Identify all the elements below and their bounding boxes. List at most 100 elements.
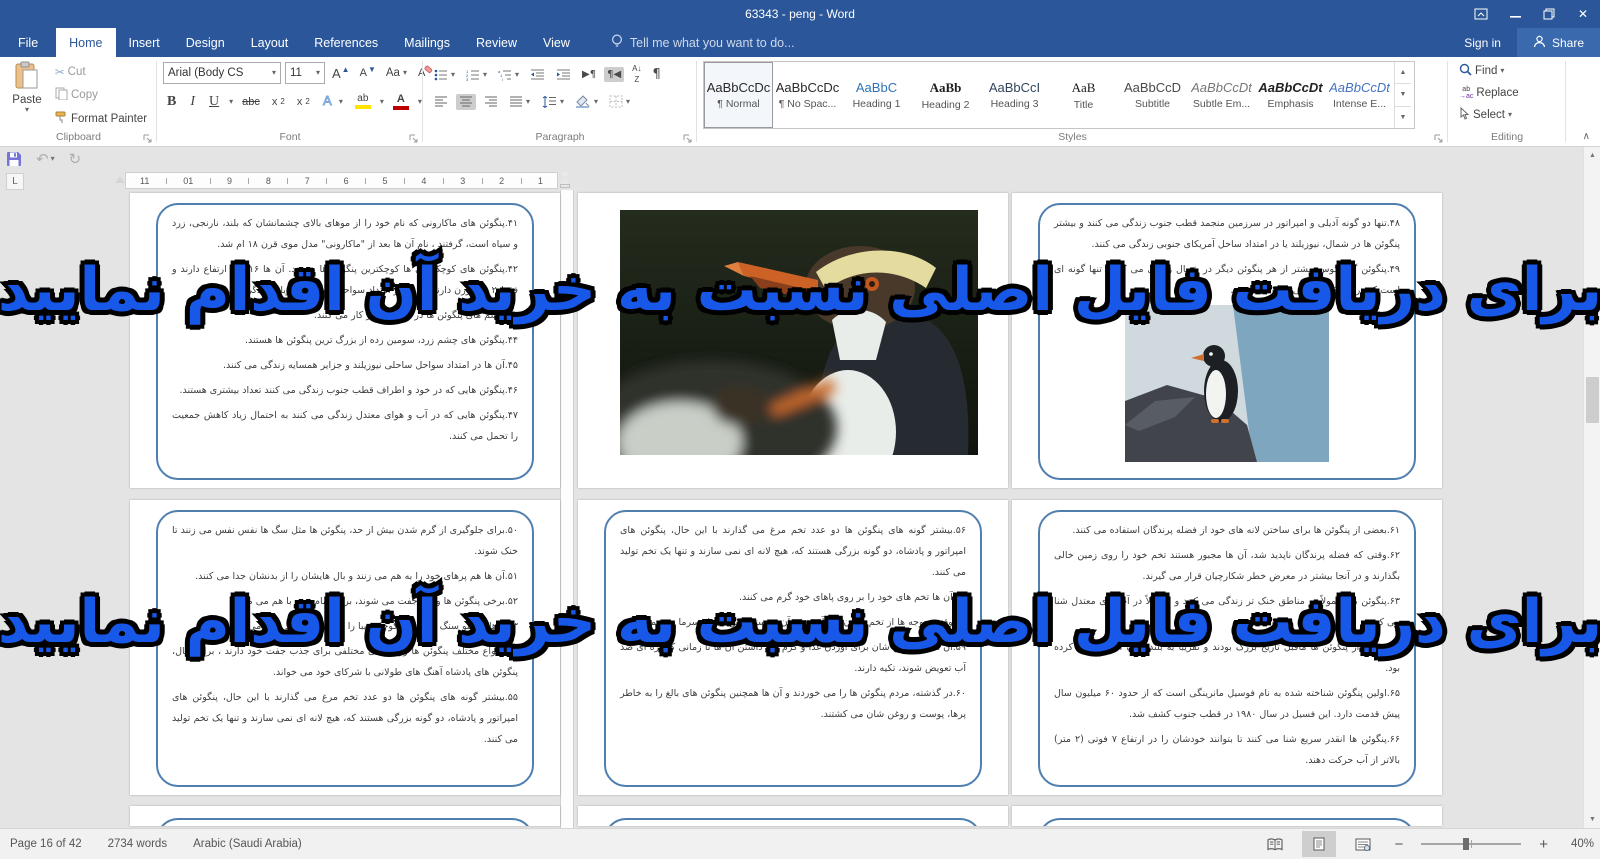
underline-caret[interactable]: ▾ <box>229 98 233 106</box>
sign-in-button[interactable]: Sign in <box>1448 28 1517 57</box>
page-indicator[interactable]: Page 16 of 42 <box>10 838 82 850</box>
style-subtitle[interactable]: AaBbCcD Subtitle <box>1118 62 1187 128</box>
strikethrough-button[interactable]: abc <box>239 94 263 110</box>
tab-insert[interactable]: Insert <box>116 28 173 57</box>
tab-mailings[interactable]: Mailings <box>391 28 463 57</box>
document-page-7-partial[interactable] <box>130 806 560 826</box>
document-page-1[interactable]: ۴۱.پنگوئن های ماکارونی که نام خود را از … <box>130 193 560 488</box>
tab-design[interactable]: Design <box>173 28 238 57</box>
rtl-direction-button[interactable]: ¶◀ <box>604 67 624 82</box>
styles-more-button[interactable]: ▼ <box>1395 107 1411 128</box>
bullets-button[interactable]: ▾ <box>431 67 458 83</box>
replace-button[interactable]: ab→ac Replace <box>1456 84 1522 102</box>
tab-home[interactable]: Home <box>56 28 115 57</box>
superscript-button[interactable]: x2 <box>294 94 313 110</box>
indent-marker-right[interactable] <box>560 172 570 188</box>
increase-indent-button[interactable] <box>553 67 574 83</box>
copy-button[interactable]: Copy <box>52 85 150 105</box>
italic-button[interactable]: I <box>186 93 199 111</box>
zoom-slider[interactable] <box>1421 843 1521 845</box>
tab-references[interactable]: References <box>301 28 391 57</box>
cut-button[interactable]: ✂ Cut <box>52 63 150 81</box>
read-mode-button[interactable] <box>1258 831 1292 857</box>
borders-button[interactable]: ▾ <box>606 93 633 110</box>
redo-button[interactable]: ↻ <box>69 150 82 168</box>
share-button[interactable]: Share <box>1517 28 1600 57</box>
style-heading1[interactable]: AaBbC Heading 1 <box>842 62 911 128</box>
collapse-ribbon-button[interactable]: ∧ <box>1583 131 1590 142</box>
zoom-out-button[interactable]: − <box>1390 836 1407 853</box>
font-color-button[interactable]: A <box>390 92 412 112</box>
format-painter-button[interactable]: Format Painter <box>52 109 150 129</box>
tab-file[interactable]: File <box>0 28 56 57</box>
undo-button[interactable]: ↶▾ <box>36 150 55 168</box>
tab-layout[interactable]: Layout <box>238 28 302 57</box>
zoom-slider-thumb[interactable] <box>1463 838 1469 850</box>
decrease-indent-button[interactable] <box>527 67 548 83</box>
font-color-caret[interactable]: ▾ <box>418 98 422 106</box>
style-intense-emphasis[interactable]: AaBbCcDt Intense E... <box>1325 62 1394 128</box>
justify-button[interactable]: ▾ <box>506 94 533 110</box>
underline-button[interactable]: U <box>205 93 223 111</box>
subscript-button[interactable]: x2 <box>269 94 288 110</box>
show-paragraph-marks-button[interactable]: ¶ <box>650 65 664 84</box>
style-subtle-emphasis[interactable]: AaBbCcDt Subtle Em... <box>1187 62 1256 128</box>
tell-me-box[interactable]: Tell me what you want to do... <box>611 28 795 57</box>
highlight-caret[interactable]: ▾ <box>380 98 384 106</box>
line-spacing-button[interactable]: ▾ <box>538 94 567 110</box>
sort-button[interactable]: A↓Z <box>629 63 644 86</box>
ribbon-display-options-button[interactable] <box>1464 0 1498 28</box>
align-left-button[interactable] <box>431 94 451 110</box>
find-button[interactable]: Find ▾ <box>1456 61 1522 81</box>
style-heading2[interactable]: AaBb Heading 2 <box>911 62 980 128</box>
style-no-spacing[interactable]: AaBbCcDc ¶ No Spac... <box>773 62 842 128</box>
tab-view[interactable]: View <box>530 28 583 57</box>
document-page-2[interactable] <box>578 193 1008 488</box>
align-center-button[interactable] <box>456 94 476 110</box>
styles-scroll-up-button[interactable]: ▲ <box>1395 62 1411 84</box>
zoom-in-button[interactable]: + <box>1535 836 1552 853</box>
clipboard-dialog-launcher[interactable] <box>143 133 153 143</box>
styles-dialog-launcher[interactable] <box>1434 133 1444 143</box>
horizontal-ruler[interactable]: 11 01 9 8 7 6 5 4 3 2 1 <box>125 172 558 189</box>
numbering-button[interactable]: 123 ▾ <box>463 67 490 83</box>
ltr-direction-button[interactable]: ▶¶ <box>579 67 599 82</box>
web-layout-button[interactable] <box>1346 831 1380 857</box>
style-title[interactable]: AaB Title <box>1049 62 1118 128</box>
font-dialog-launcher[interactable] <box>409 133 419 143</box>
paragraph-dialog-launcher[interactable] <box>683 133 693 143</box>
style-emphasis[interactable]: AaBbCcDt Emphasis <box>1256 62 1325 128</box>
document-page-8-partial[interactable] <box>578 806 1008 826</box>
styles-scroll-down-button[interactable]: ▼ <box>1395 84 1411 106</box>
select-button[interactable]: Select ▾ <box>1456 105 1522 125</box>
save-button[interactable] <box>6 151 22 167</box>
highlight-button[interactable]: ab <box>352 92 374 111</box>
tab-review[interactable]: Review <box>463 28 530 57</box>
multilevel-list-button[interactable]: a1i ▾ <box>495 67 522 83</box>
bold-button[interactable]: B <box>163 93 180 111</box>
zoom-level[interactable]: 40% <box>1562 838 1594 850</box>
minimize-button[interactable] <box>1498 0 1532 28</box>
indent-marker-left[interactable] <box>115 176 125 183</box>
scroll-up-button[interactable]: ▲ <box>1584 147 1600 164</box>
scroll-down-button[interactable]: ▼ <box>1584 811 1600 828</box>
scrollbar-thumb[interactable] <box>1586 377 1599 423</box>
print-layout-button[interactable] <box>1302 831 1336 857</box>
style-heading3[interactable]: AaBbCcI Heading 3 <box>980 62 1049 128</box>
align-right-button[interactable] <box>481 94 501 110</box>
change-case-button[interactable]: Aa▾ <box>383 65 410 81</box>
font-name-combobox[interactable]: Arial (Body CS ▾ <box>163 62 281 84</box>
document-page-9-partial[interactable] <box>1012 806 1442 826</box>
restore-button[interactable] <box>1532 0 1566 28</box>
close-button[interactable]: ✕ <box>1566 0 1600 28</box>
paste-button[interactable]: Paste ▾ <box>6 61 48 127</box>
font-size-combobox[interactable]: 11 ▾ <box>285 62 325 84</box>
vertical-scrollbar[interactable]: ▲ ▼ <box>1583 147 1600 828</box>
document-page-3[interactable]: ۴۸.تنها دو گونه آدیلی و امپراتور در سرزم… <box>1012 193 1442 488</box>
shrink-font-button[interactable]: A▼ <box>357 65 379 81</box>
tab-stop-selector[interactable]: L <box>6 173 24 190</box>
language-indicator[interactable]: Arabic (Saudi Arabia) <box>193 838 302 850</box>
word-count[interactable]: 2734 words <box>108 838 167 850</box>
shading-button[interactable]: ▾ <box>572 93 601 110</box>
text-effects-button[interactable]: A ▾ <box>319 91 346 112</box>
